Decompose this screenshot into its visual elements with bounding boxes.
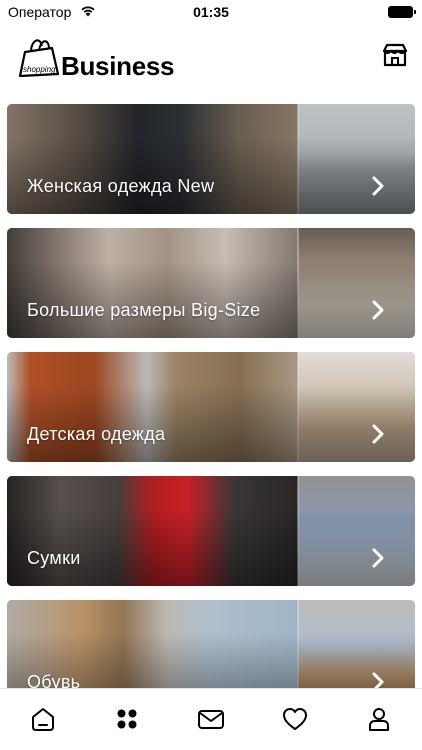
battery-icon xyxy=(388,6,416,18)
chevron-right-icon xyxy=(372,548,384,568)
logo-text: Business xyxy=(61,51,175,81)
category-label: Женская одежда New xyxy=(27,176,215,196)
category-label: Большие размеры Big-Size xyxy=(27,300,261,320)
chevron-right-icon xyxy=(372,176,384,196)
category-card-womens-new[interactable]: Женская одежда New xyxy=(7,104,415,214)
heart-icon[interactable] xyxy=(281,705,309,733)
profile-icon[interactable] xyxy=(365,705,393,733)
category-label: Сумки xyxy=(27,548,81,568)
logo-bag-text: shopping xyxy=(23,65,56,74)
status-time: 01:35 xyxy=(193,4,229,20)
chevron-right-icon xyxy=(372,300,384,320)
home-icon[interactable] xyxy=(29,705,57,733)
category-card-big-size[interactable]: Большие размеры Big-Size xyxy=(7,228,415,338)
category-card-kids[interactable]: Детская одежда xyxy=(7,352,415,462)
app-header: shopping Business xyxy=(0,28,422,94)
category-list: Женская одежда New Большие размеры Big-S… xyxy=(7,104,415,724)
catalog-grid-icon[interactable] xyxy=(113,705,141,733)
status-bar: Оператор 01:35 xyxy=(0,0,422,24)
store-icon[interactable] xyxy=(382,42,408,68)
category-label: Детская одежда xyxy=(27,424,166,444)
app-logo[interactable]: shopping Business xyxy=(16,34,181,84)
tab-bar xyxy=(0,688,422,750)
category-card-bags[interactable]: Сумки xyxy=(7,476,415,586)
chevron-right-icon xyxy=(372,424,384,444)
mail-icon[interactable] xyxy=(197,705,225,733)
shopping-bag-logo-icon: shopping xyxy=(18,39,60,78)
